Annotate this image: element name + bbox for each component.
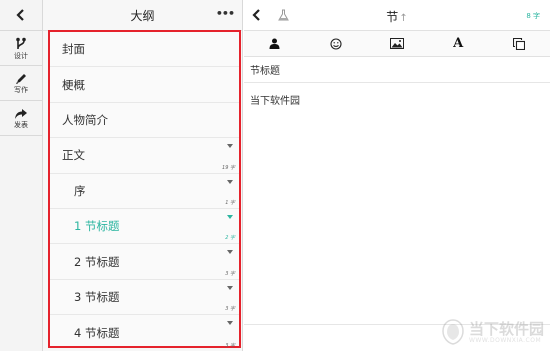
word-count: 19 字 bbox=[222, 164, 235, 171]
sort-arrow-icon[interactable]: ↑ bbox=[399, 13, 407, 24]
outline-item-label: 4 节标题 bbox=[74, 325, 120, 340]
outline-item-section-3[interactable]: 3 节标题 3 字 bbox=[50, 280, 239, 316]
outline-item-label: 1 节标题 bbox=[74, 219, 120, 234]
outline-item-label: 序 bbox=[74, 183, 86, 198]
word-count: 3 字 bbox=[225, 342, 235, 349]
outline-list: 封面 梗概 人物简介 正文 19 字 序 1 字 1 节标题 2 字 2 节标题… bbox=[48, 30, 241, 350]
outline-title: 大纲 bbox=[130, 8, 155, 23]
outline-panel: 大纲 ••• 封面 梗概 人物简介 正文 19 字 序 1 字 1 节标题 2 … bbox=[43, 0, 243, 351]
word-count: 1 字 bbox=[225, 199, 235, 206]
outline-item-prologue[interactable]: 序 1 字 bbox=[50, 174, 239, 209]
watermark-text: 当下软件园 bbox=[468, 319, 544, 338]
watermark-url: WWW.DOWNXIA.COM bbox=[468, 336, 542, 344]
expand-caret-icon[interactable] bbox=[227, 179, 233, 184]
watermark-logo-icon bbox=[442, 319, 464, 345]
publish-tool-label: 发表 bbox=[14, 120, 28, 129]
expand-caret-icon[interactable] bbox=[227, 250, 233, 255]
editor-header: 节↑ 8 字 bbox=[244, 0, 550, 31]
word-count: 2 字 bbox=[225, 235, 235, 242]
share-icon bbox=[15, 108, 27, 119]
write-tool-label: 写作 bbox=[14, 86, 28, 94]
left-toolbar: 设计 写作 发表 bbox=[0, 0, 43, 351]
outline-item-label: 2 节标题 bbox=[74, 254, 120, 269]
outline-item-synopsis[interactable]: 梗概 bbox=[50, 67, 239, 103]
publish-tool-button[interactable]: 发表 bbox=[0, 101, 42, 136]
word-count: 3 字 bbox=[225, 270, 235, 277]
section-heading-field[interactable]: 节标题 bbox=[244, 57, 550, 83]
outline-item-section-1[interactable]: 1 节标题 2 字 bbox=[50, 209, 239, 245]
editor-panel: 节↑ 8 字 A 节标题 当下软件园 当下软件园 WWW.DOWNXIA.COM bbox=[244, 0, 550, 351]
write-tool-button[interactable]: 写作 bbox=[0, 66, 42, 101]
outline-item-characters[interactable]: 人物简介 bbox=[50, 103, 239, 139]
back-button[interactable] bbox=[0, 0, 42, 31]
insert-image-button[interactable] bbox=[366, 31, 427, 57]
more-menu-button[interactable]: ••• bbox=[216, 8, 235, 19]
pencil-icon bbox=[16, 74, 26, 84]
editor-title: 节↑ bbox=[244, 8, 550, 25]
outline-item-body[interactable]: 正文 19 字 bbox=[50, 138, 239, 174]
outline-item-label: 3 节标题 bbox=[74, 289, 120, 304]
outline-item-label: 封面 bbox=[62, 42, 85, 57]
copy-button[interactable] bbox=[489, 31, 550, 57]
chevron-left-icon bbox=[16, 9, 24, 21]
expand-caret-icon[interactable] bbox=[227, 144, 233, 149]
outline-item-label: 梗概 bbox=[62, 77, 85, 92]
expand-caret-icon[interactable] bbox=[227, 285, 233, 290]
font-button[interactable]: A bbox=[428, 31, 489, 57]
outline-item-label: 人物简介 bbox=[62, 112, 108, 127]
design-tool-label: 设计 bbox=[14, 51, 28, 60]
character-button[interactable] bbox=[244, 31, 305, 57]
expand-caret-icon[interactable] bbox=[227, 214, 233, 219]
editor-toolbar: A bbox=[244, 31, 550, 57]
emoji-button[interactable] bbox=[305, 31, 366, 57]
design-tool-button[interactable]: 设计 bbox=[0, 31, 42, 66]
editor-title-text: 节 bbox=[386, 10, 399, 24]
word-count: 3 字 bbox=[225, 306, 235, 313]
person-icon bbox=[269, 38, 280, 49]
image-icon bbox=[390, 38, 404, 49]
fork-icon bbox=[16, 37, 26, 49]
outline-item-section-2[interactable]: 2 节标题 3 字 bbox=[50, 244, 239, 280]
outline-item-label: 正文 bbox=[62, 148, 85, 163]
outline-item-section-4[interactable]: 4 节标题 3 字 bbox=[50, 315, 239, 350]
outline-item-cover[interactable]: 封面 bbox=[50, 32, 239, 68]
expand-caret-icon[interactable] bbox=[227, 321, 233, 326]
font-icon: A bbox=[453, 36, 464, 51]
watermark: 当下软件园 WWW.DOWNXIA.COM bbox=[441, 319, 544, 345]
word-count-badge: 8 字 bbox=[526, 12, 540, 20]
outline-header: 大纲 ••• bbox=[43, 0, 242, 31]
smiley-icon bbox=[330, 37, 342, 50]
copy-icon bbox=[513, 37, 526, 50]
editor-body[interactable]: 当下软件园 bbox=[244, 83, 550, 116]
